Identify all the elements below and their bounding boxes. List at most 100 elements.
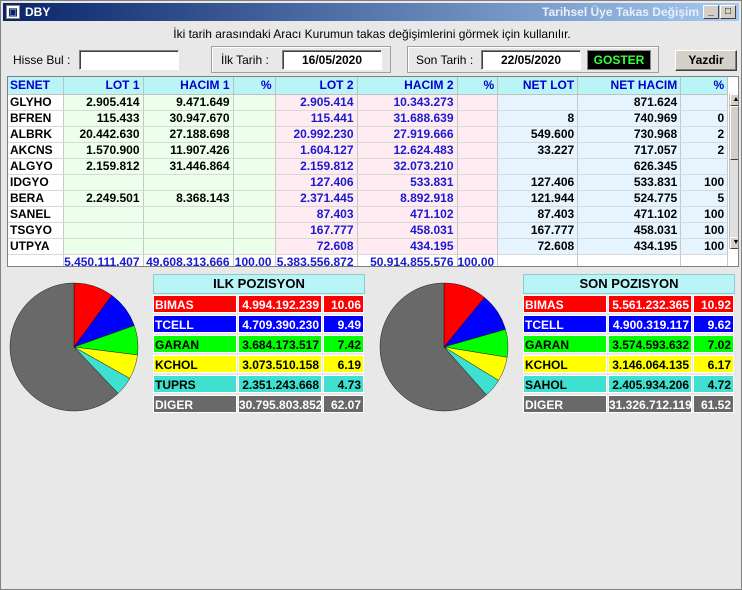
table-cell	[457, 190, 499, 207]
column-header[interactable]: NET HACIM	[577, 77, 682, 95]
table-cell: 5	[680, 190, 729, 207]
position-name: TUPRS	[153, 375, 237, 393]
table-cell: 8.368.143	[143, 190, 234, 207]
table-cell	[233, 238, 276, 255]
table-row[interactable]: GLYHO 2.905.414 9.471.649 2.905.414 10.343.2…	[8, 94, 729, 111]
ilk-tarih-input[interactable]: 16/05/2020	[282, 50, 382, 70]
table-cell	[457, 222, 499, 239]
table-cell: 127.406	[497, 174, 579, 191]
table-cell: 87.403	[497, 206, 579, 223]
table-cell: 167.777	[497, 222, 579, 239]
position-row: DIGER 30.795.803.852 62.07	[153, 395, 365, 414]
column-header[interactable]: HACIM 1	[143, 77, 234, 95]
column-header[interactable]: %	[680, 77, 729, 95]
position-name: TCELL	[523, 315, 607, 333]
scroll-up-icon[interactable]: ▲	[730, 94, 738, 106]
position-value: 2.351.243.668	[238, 375, 322, 393]
column-header[interactable]: SENET	[8, 77, 64, 95]
table-cell: UTPYA	[8, 238, 64, 255]
table-row[interactable]: UTPYA 72.608 434.195 72.608 434.195 100	[8, 238, 729, 255]
position-value: 2.405.934.206	[608, 375, 692, 393]
table-cell	[233, 142, 276, 159]
table-cell	[63, 206, 144, 223]
table-cell: 87.403	[275, 206, 358, 223]
hisse-search-input[interactable]	[79, 50, 179, 70]
position-row: TUPRS 2.351.243.668 4.73	[153, 375, 365, 394]
takas-grid[interactable]: SENET LOT 1 HACIM 1% LOT 2 HACIM 2% NET LOT NE…	[7, 76, 739, 267]
table-cell	[233, 110, 276, 127]
total-cell: 100,00	[233, 254, 276, 266]
table-cell: 434.195	[577, 238, 682, 255]
minimize-icon[interactable]: _	[703, 5, 719, 19]
column-header[interactable]: %	[457, 77, 499, 95]
total-cell: 49.608.313.666	[143, 254, 234, 266]
son-pozisyon-title: SON POZISYON	[523, 274, 735, 294]
table-cell	[457, 110, 499, 127]
position-name: SAHOL	[523, 375, 607, 393]
window-title: DBY	[25, 5, 51, 19]
table-row[interactable]: ALGYO 2.159.812 31.446.864 2.159.812 32.073.…	[8, 158, 729, 175]
table-cell: 717.057	[577, 142, 682, 159]
scroll-down-icon[interactable]: ▼	[730, 237, 738, 249]
table-cell: 524.775	[577, 190, 682, 207]
position-value: 30.795.803.852	[238, 395, 322, 413]
goster-button[interactable]: GOSTER	[587, 50, 651, 70]
table-cell: 2.371.445	[275, 190, 358, 207]
table-cell: 533.831	[577, 174, 682, 191]
column-header[interactable]: NET LOT	[497, 77, 579, 95]
table-cell	[457, 206, 499, 223]
table-cell: 2.159.812	[63, 158, 144, 175]
table-row[interactable]: AKCNS 1.570.900 11.907.426 1.604.127 12.624.…	[8, 142, 729, 159]
maximize-icon[interactable]: □	[720, 5, 736, 19]
title-bar[interactable]: ▣ DBY Tarihsel Üye Takas Değişim _ □	[3, 3, 739, 21]
takas-table: SENET LOT 1 HACIM 1% LOT 2 HACIM 2% NET LOT NE…	[8, 77, 729, 266]
table-row[interactable]: TSGYO 167.777 458.031 167.777 458.031 100	[8, 222, 729, 239]
table-cell: 27.919.666	[357, 126, 458, 143]
position-pct: 62.07	[323, 395, 364, 413]
position-pct: 9.62	[693, 315, 734, 333]
position-pct: 61.52	[693, 395, 734, 413]
window-caption-right: Tarihsel Üye Takas Değişim	[542, 5, 699, 19]
table-row[interactable]: SANEL 87.403 471.102 87.403 471.102 100	[8, 206, 729, 223]
table-row[interactable]: IDGYO 127.406 533.831 127.406 533.831 100	[8, 174, 729, 191]
hisse-label: Hisse Bul :	[13, 53, 71, 67]
table-cell: 121.944	[497, 190, 579, 207]
table-row[interactable]: BERA 2.249.501 8.368.143 2.371.445 8.892.918…	[8, 190, 729, 207]
total-cell: 5.450.111.407	[63, 254, 144, 266]
position-name: KCHOL	[523, 355, 607, 373]
table-cell: 2	[680, 126, 729, 143]
position-row: TCELL 4.709.390.230 9.49	[153, 315, 365, 334]
grid-vertical-scrollbar[interactable]: ▲ ▼	[729, 94, 738, 249]
son-tarih-input[interactable]: 22/05/2020	[481, 50, 581, 70]
totals-row: 5.450.111.407 49.608.313.666 100,00 5.383.5…	[8, 254, 729, 266]
position-pct: 4.72	[693, 375, 734, 393]
position-pct: 10.06	[323, 295, 364, 313]
yazdir-button[interactable]: Yazdir	[675, 50, 737, 71]
table-cell: GLYHO	[8, 94, 64, 111]
position-name: BIMAS	[153, 295, 237, 313]
table-cell: 471.102	[357, 206, 458, 223]
column-header[interactable]: LOT 2	[275, 77, 358, 95]
table-cell: 458.031	[577, 222, 682, 239]
table-cell	[497, 158, 579, 175]
column-header[interactable]: LOT 1	[63, 77, 144, 95]
column-header[interactable]: %	[233, 77, 276, 95]
total-cell	[577, 254, 682, 266]
scroll-thumb[interactable]	[730, 106, 738, 160]
position-pct: 9.49	[323, 315, 364, 333]
table-cell	[233, 158, 276, 175]
position-value: 5.561.232.365	[608, 295, 692, 313]
table-row[interactable]: BFREN 115.433 30.947.670 115.441 31.688.639 8…	[8, 110, 729, 127]
table-cell: 2.159.812	[275, 158, 358, 175]
table-cell: 471.102	[577, 206, 682, 223]
table-cell: 167.777	[275, 222, 358, 239]
column-header[interactable]: HACIM 2	[357, 77, 458, 95]
position-value: 4.994.192.239	[238, 295, 322, 313]
table-cell: 100	[680, 174, 729, 191]
position-row: SAHOL 2.405.934.206 4.72	[523, 375, 735, 394]
table-cell: BERA	[8, 190, 64, 207]
table-cell: 100	[680, 206, 729, 223]
table-row[interactable]: ALBRK 20.442.630 27.188.698 20.992.230 27.91…	[8, 126, 729, 143]
table-cell: 10.343.273	[357, 94, 458, 111]
table-cell	[143, 238, 234, 255]
